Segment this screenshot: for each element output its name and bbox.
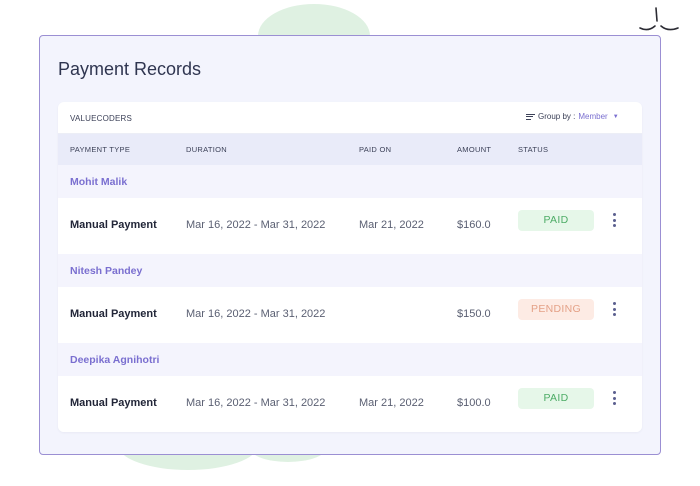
member-group-header: Nitesh Pandey (58, 254, 642, 287)
table-header: PAYMENT TYPE DURATION PAID ON AMOUNT STA… (58, 134, 642, 165)
kebab-menu-icon[interactable] (608, 210, 622, 230)
group-by-label: Group by : (538, 112, 576, 121)
group-by-value: Member (578, 112, 608, 121)
lines-filter-icon (526, 113, 535, 121)
stage: Payment Records VALUECODERS Group by : M… (0, 0, 700, 486)
column-header-amount: AMOUNT (457, 145, 492, 154)
amount-cell: $150.0 (457, 308, 491, 320)
member-group-header: Deepika Agnihotri (58, 343, 642, 376)
amount-cell: $160.0 (457, 219, 491, 231)
amount-cell: $100.0 (457, 397, 491, 409)
paid-on-cell: Mar 21, 2022 (359, 219, 424, 231)
column-header-paid-on: PAID ON (359, 145, 392, 154)
table-row[interactable]: Manual Payment Mar 16, 2022 - Mar 31, 20… (58, 287, 642, 343)
payment-type-cell: Manual Payment (70, 308, 157, 320)
caret-down-icon: ▼ (612, 113, 619, 120)
column-header-duration: DURATION (186, 145, 228, 154)
kebab-menu-icon[interactable] (608, 388, 622, 408)
status-badge: PENDING (518, 299, 594, 320)
payment-type-cell: Manual Payment (70, 397, 157, 409)
duration-cell: Mar 16, 2022 - Mar 31, 2022 (186, 308, 326, 320)
column-header-status: STATUS (518, 145, 549, 154)
payment-type-cell: Manual Payment (70, 219, 157, 231)
page-title: Payment Records (58, 59, 202, 79)
duration-cell: Mar 16, 2022 - Mar 31, 2022 (186, 397, 326, 409)
column-header-payment-type: PAYMENT TYPE (70, 145, 131, 154)
status-badge: PAID (518, 210, 594, 231)
table-row[interactable]: Manual Payment Mar 16, 2022 - Mar 31, 20… (58, 198, 642, 254)
panel-toolbar: VALUECODERS Group by : Member ▼ (58, 102, 642, 134)
kebab-menu-icon[interactable] (608, 299, 622, 319)
sparkle-icon (639, 7, 679, 31)
status-badge: PAID (518, 388, 594, 409)
organization-name: VALUECODERS (70, 114, 133, 123)
member-name: Mohit Malik (70, 176, 128, 188)
member-group-header: Mohit Malik (58, 165, 642, 198)
duration-cell: Mar 16, 2022 - Mar 31, 2022 (186, 219, 326, 231)
payment-records-card: Payment Records VALUECODERS Group by : M… (39, 35, 661, 455)
member-name: Nitesh Pandey (70, 265, 143, 277)
member-name: Deepika Agnihotri (70, 354, 160, 366)
paid-on-cell: Mar 21, 2022 (359, 397, 424, 409)
group-by-dropdown[interactable]: Group by : Member ▼ (526, 112, 619, 121)
table-row[interactable]: Manual Payment Mar 16, 2022 - Mar 31, 20… (58, 376, 642, 432)
payment-records-panel: VALUECODERS Group by : Member ▼ PAYMENT … (58, 102, 642, 432)
